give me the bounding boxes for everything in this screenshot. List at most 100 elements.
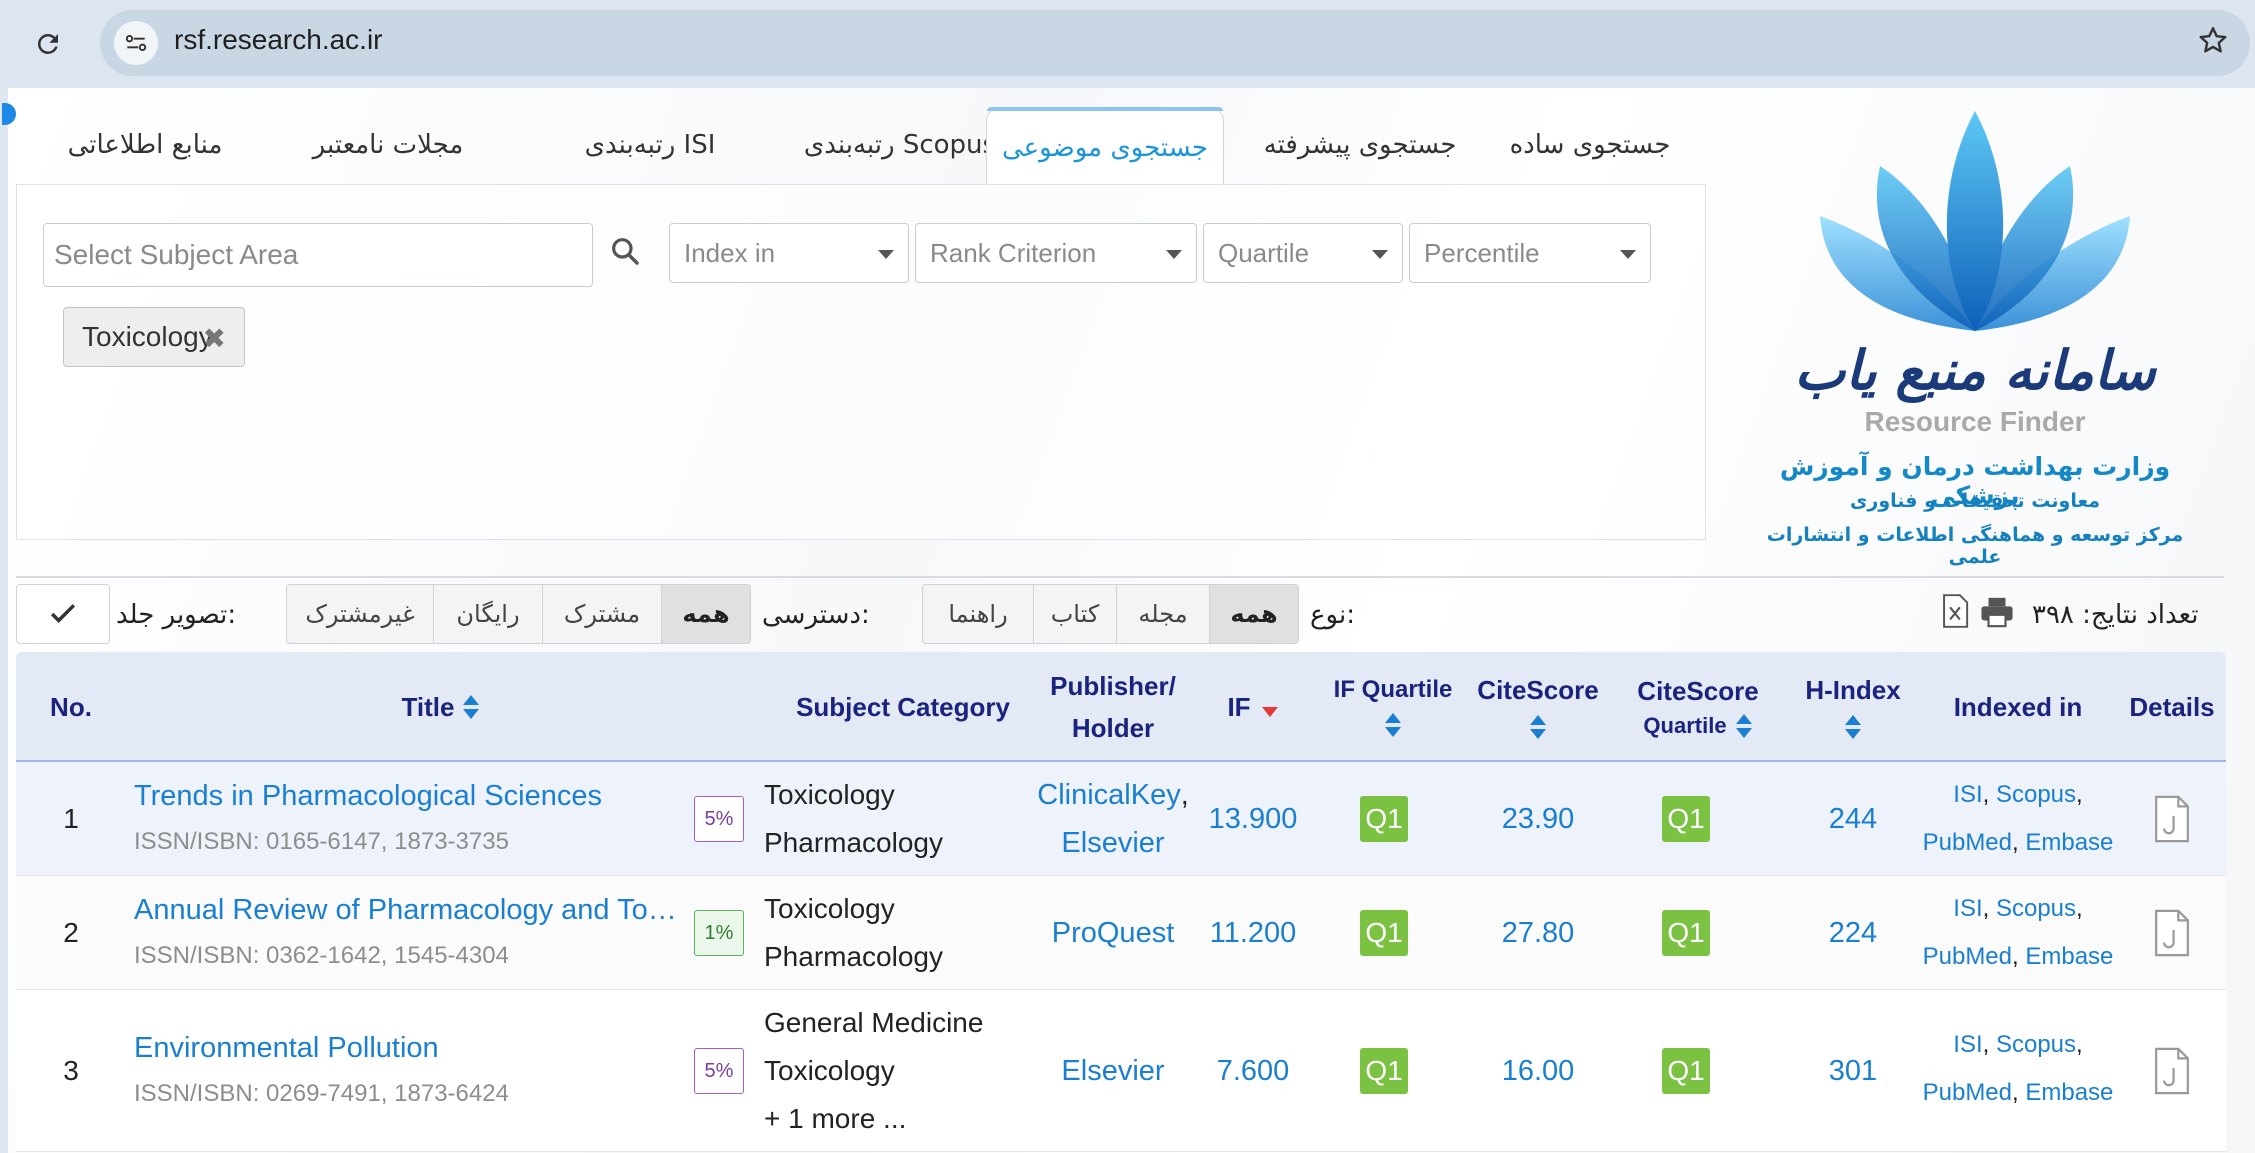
- publisher-link[interactable]: Elsevier: [1038, 990, 1188, 1152]
- col-indexed-in: Indexed in: [1953, 691, 2083, 722]
- col-if[interactable]: IF: [1188, 652, 1318, 762]
- type-option-journal[interactable]: مجله: [1116, 584, 1210, 644]
- close-icon[interactable]: ✖: [203, 322, 226, 355]
- type-label: نوع:: [1310, 600, 1355, 630]
- cover-label: تصویر جلد:: [116, 600, 237, 630]
- type-option-book[interactable]: کتاب: [1033, 584, 1117, 644]
- subject-category: Toxicology: [764, 1055, 895, 1086]
- sort-desc-icon: [1261, 707, 1278, 717]
- tab-subject-search[interactable]: جستجوی موضوعی: [986, 107, 1224, 187]
- index-link[interactable]: PubMed: [1923, 943, 2012, 971]
- citescore: 23.90: [1501, 802, 1575, 835]
- col-citescore-quartile[interactable]: CiteScore Quartile: [1608, 652, 1788, 762]
- citescore-quartile-badge: Q1: [1662, 796, 1710, 842]
- issn: ISSN/ISBN: 0362-1642, 1545-4304: [134, 942, 509, 969]
- table-row[interactable]: 3 Environmental Pollution ISSN/ISBN: 026…: [16, 990, 2226, 1152]
- percentile-badge: 1%: [694, 910, 744, 956]
- index-link[interactable]: PubMed: [1923, 1079, 2012, 1107]
- excel-export-icon[interactable]: [1940, 594, 1974, 630]
- subject-tag: Toxicology ✖: [63, 307, 245, 367]
- col-citescore[interactable]: CiteScore: [1468, 652, 1608, 762]
- more-subjects-link[interactable]: + 1 more ...: [764, 1096, 1034, 1142]
- row-number: 1: [63, 803, 79, 834]
- indexed-in-line: ISI, Scopus,: [1953, 781, 2083, 809]
- indexed-in-line: ISI, Scopus,: [1953, 1031, 2083, 1059]
- print-icon[interactable]: [1980, 596, 2016, 630]
- index-link[interactable]: ISI: [1953, 895, 1982, 923]
- site-info-icon[interactable]: [114, 21, 158, 65]
- col-hindex[interactable]: H-Index: [1788, 652, 1918, 762]
- url-text[interactable]: rsf.research.ac.ir: [174, 24, 383, 56]
- tab-resources[interactable]: منابع اطلاعاتی: [40, 105, 250, 185]
- type-option-all[interactable]: همه: [1209, 584, 1299, 644]
- issn: ISSN/ISBN: 0165-6147, 1873-3735: [134, 828, 509, 855]
- index-link[interactable]: Scopus: [1996, 781, 2076, 809]
- journal-title-link[interactable]: Annual Review of Pharmacology and To…: [134, 888, 694, 932]
- details-doc-icon[interactable]: [2118, 876, 2226, 990]
- publisher-link[interactable]: Elsevier: [1038, 820, 1188, 866]
- indexed-in-line: PubMed, Embase: [1922, 943, 2114, 971]
- filter-panel: Select Subject Area Index in Rank Criter…: [16, 184, 1706, 540]
- tab-invalid-journals[interactable]: مجلات نامعتبر: [278, 105, 498, 185]
- h-index: 224: [1828, 916, 1878, 949]
- sort-icon: [1385, 713, 1401, 737]
- citescore: 16.00: [1501, 1054, 1575, 1087]
- site-logo[interactable]: سامانه منبع یاب Resource Finder وزارت به…: [1765, 106, 2185, 568]
- index-link[interactable]: ISI: [1953, 781, 1982, 809]
- index-link[interactable]: PubMed: [1923, 829, 2012, 857]
- subject-category: General Medicine: [764, 1007, 984, 1038]
- cover-toggle-button[interactable]: [16, 584, 110, 644]
- publisher-link[interactable]: ProQuest: [1038, 876, 1188, 990]
- col-subject: Subject Category: [796, 691, 1010, 722]
- tab-isi-ranking[interactable]: رتبه‌بندی ISI: [540, 105, 760, 185]
- access-option-nonsubscribed[interactable]: غیرمشترک: [286, 584, 434, 644]
- index-link[interactable]: Scopus: [1996, 895, 2076, 923]
- citescore: 27.80: [1501, 916, 1575, 949]
- subject-area-input[interactable]: Select Subject Area: [43, 223, 593, 287]
- index-link[interactable]: Scopus: [1996, 1031, 2076, 1059]
- if-quartile-badge: Q1: [1360, 796, 1408, 842]
- index-in-select[interactable]: Index in: [669, 223, 909, 283]
- quartile-select[interactable]: Quartile: [1203, 223, 1403, 283]
- tab-scopus-ranking[interactable]: رتبه‌بندی Scopus: [780, 105, 1020, 185]
- issn: ISSN/ISBN: 0269-7491, 1873-6424: [134, 1080, 509, 1107]
- subject-category: Toxicology: [764, 779, 895, 810]
- access-option-all[interactable]: همه: [661, 584, 751, 644]
- index-link[interactable]: Embase: [2025, 943, 2113, 971]
- citescore-quartile-badge: Q1: [1662, 1048, 1710, 1094]
- tab-advanced-search[interactable]: جستجوی پیشرفته: [1240, 105, 1480, 185]
- percentile-badge: 5%: [694, 796, 744, 842]
- address-bar[interactable]: rsf.research.ac.ir: [100, 10, 2250, 76]
- col-title[interactable]: Title: [126, 652, 756, 762]
- reload-icon[interactable]: [28, 24, 68, 64]
- access-option-subscribed[interactable]: مشترک: [542, 584, 662, 644]
- tab-simple-search[interactable]: جستجوی ساده: [1480, 105, 1700, 185]
- index-link[interactable]: Embase: [2025, 829, 2113, 857]
- bookmark-star-icon[interactable]: [2196, 24, 2234, 62]
- impact-factor: 11.200: [1209, 916, 1297, 949]
- percentile-select[interactable]: Percentile: [1409, 223, 1651, 283]
- table-row[interactable]: 2 Annual Review of Pharmacology and To… …: [16, 876, 2226, 990]
- publisher-cell: ClinicalKey,: [1037, 778, 1189, 812]
- index-link[interactable]: Embase: [2025, 1079, 2113, 1107]
- index-link[interactable]: ISI: [1953, 1031, 1982, 1059]
- details-doc-icon[interactable]: [2118, 990, 2226, 1152]
- row-number: 3: [63, 1055, 79, 1086]
- publisher-link[interactable]: ClinicalKey: [1037, 779, 1180, 812]
- subject-category: Pharmacology: [764, 941, 943, 972]
- subject-category: Toxicology: [764, 893, 895, 924]
- journal-title-link[interactable]: Environmental Pollution: [134, 1026, 694, 1070]
- col-if-quartile[interactable]: IF Quartile: [1318, 652, 1468, 762]
- journal-title-link[interactable]: Trends in Pharmacological Sciences: [134, 774, 694, 818]
- results-count: تعداد نتایج: ۳۹۸: [2032, 600, 2199, 630]
- type-option-guide[interactable]: راهنما: [922, 584, 1034, 644]
- table-row[interactable]: 1 Trends in Pharmacological Sciences ISS…: [16, 762, 2226, 876]
- details-doc-icon[interactable]: [2118, 762, 2226, 876]
- check-icon: [50, 604, 76, 623]
- search-icon[interactable]: [609, 235, 645, 271]
- sort-icon: [1845, 714, 1861, 739]
- col-no: No.: [50, 691, 92, 722]
- access-option-free[interactable]: رایگان: [433, 584, 543, 644]
- citescore-quartile-badge: Q1: [1662, 910, 1710, 956]
- rank-criterion-select[interactable]: Rank Criterion: [915, 223, 1197, 283]
